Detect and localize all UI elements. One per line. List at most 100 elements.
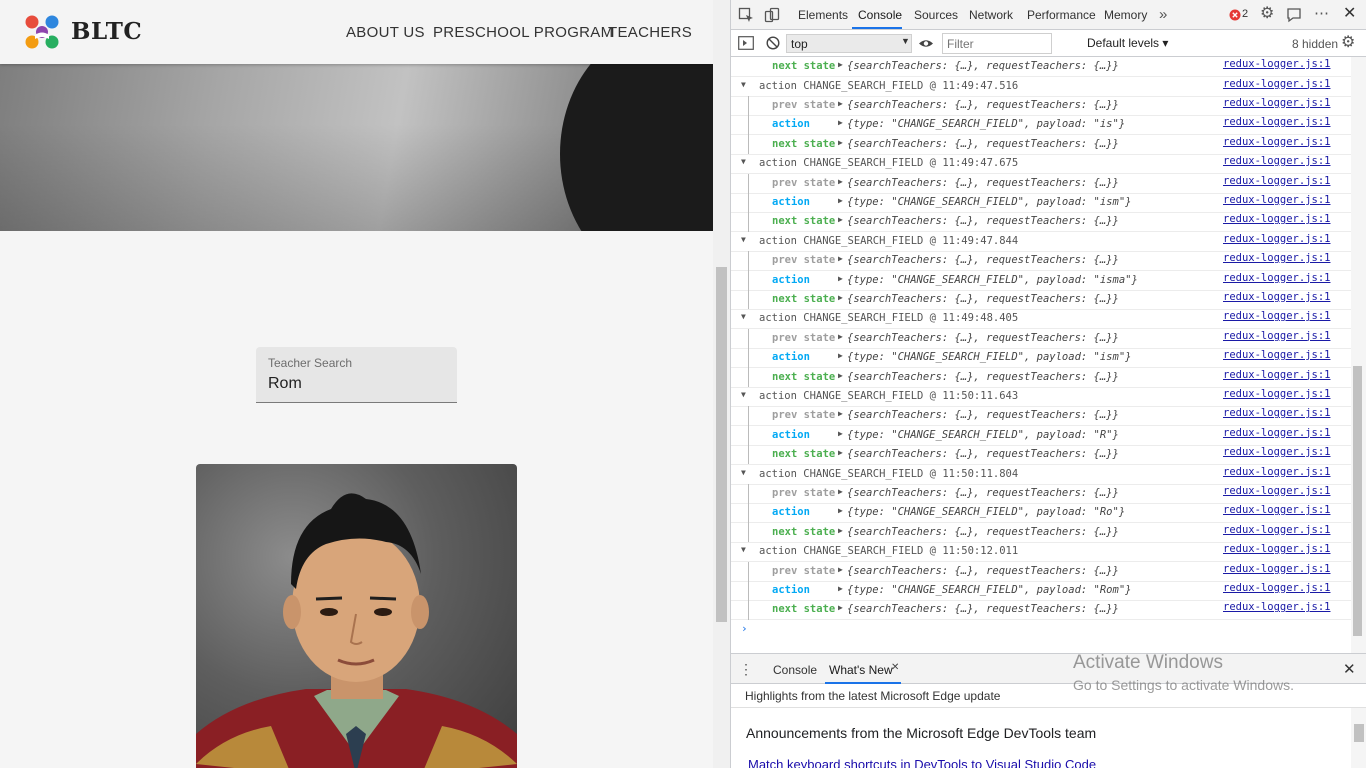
expand-triangle-icon[interactable]: ▶ <box>838 177 843 186</box>
action-object[interactable]: {type: "CHANGE_SEARCH_FIELD", payload: "… <box>847 351 1131 363</box>
logo-icon[interactable] <box>24 14 60 50</box>
collapse-triangle-icon[interactable]: ▼ <box>741 157 746 166</box>
expand-triangle-icon[interactable]: ▶ <box>838 565 843 574</box>
kebab-menu-icon[interactable]: ⋯ <box>1314 6 1329 21</box>
source-link[interactable]: redux-logger.js:1 <box>1223 78 1330 90</box>
source-link[interactable]: redux-logger.js:1 <box>1223 504 1330 516</box>
eye-icon[interactable] <box>918 38 934 49</box>
nav-preschool-program[interactable]: PRESCHOOL PROGRAM <box>433 24 613 41</box>
collapse-triangle-icon[interactable]: ▼ <box>741 390 746 399</box>
expand-triangle-icon[interactable]: ▶ <box>838 409 843 418</box>
drawer-close-icon[interactable]: ✕ <box>1343 662 1356 677</box>
teacher-search-field[interactable]: Teacher Search Rom <box>256 347 457 403</box>
state-object[interactable]: {searchTeachers: {…}, requestTeachers: {… <box>847 526 1119 538</box>
collapse-triangle-icon[interactable]: ▼ <box>741 312 746 321</box>
console-scrollbar-thumb[interactable] <box>1353 366 1362 636</box>
expand-triangle-icon[interactable]: ▶ <box>838 429 843 438</box>
tab-memory[interactable]: Memory <box>1104 8 1147 22</box>
device-toggle-icon[interactable] <box>764 7 780 23</box>
console-prompt[interactable]: › <box>741 622 748 635</box>
sidebar-toggle-icon[interactable] <box>738 36 754 50</box>
group-title[interactable]: action CHANGE_SEARCH_FIELD @ 11:50:11.80… <box>759 468 1018 480</box>
source-link[interactable]: redux-logger.js:1 <box>1223 233 1330 245</box>
source-link[interactable]: redux-logger.js:1 <box>1223 582 1330 594</box>
source-link[interactable]: redux-logger.js:1 <box>1223 369 1330 381</box>
error-count[interactable]: 2 <box>1242 9 1248 20</box>
state-object[interactable]: {searchTeachers: {…}, requestTeachers: {… <box>847 565 1119 577</box>
expand-triangle-icon[interactable]: ▶ <box>838 351 843 360</box>
teacher-photo-card[interactable] <box>196 464 517 768</box>
group-title[interactable]: action CHANGE_SEARCH_FIELD @ 11:49:48.40… <box>759 312 1018 324</box>
tab-console[interactable]: Console <box>858 8 902 22</box>
collapse-triangle-icon[interactable]: ▼ <box>741 80 746 89</box>
tab-performance[interactable]: Performance <box>1027 8 1096 22</box>
chevron-down-icon[interactable]: ▼ <box>901 37 910 46</box>
source-link[interactable]: redux-logger.js:1 <box>1223 213 1330 225</box>
expand-triangle-icon[interactable]: ▶ <box>838 274 843 283</box>
search-input[interactable]: Rom <box>268 375 302 393</box>
source-link[interactable]: redux-logger.js:1 <box>1223 330 1330 342</box>
state-object[interactable]: {searchTeachers: {…}, requestTeachers: {… <box>847 332 1119 344</box>
expand-triangle-icon[interactable]: ▶ <box>838 215 843 224</box>
group-title[interactable]: action CHANGE_SEARCH_FIELD @ 11:49:47.67… <box>759 157 1018 169</box>
source-link[interactable]: redux-logger.js:1 <box>1223 563 1330 575</box>
state-object[interactable]: {searchTeachers: {…}, requestTeachers: {… <box>847 60 1119 72</box>
inspect-icon[interactable] <box>738 7 754 23</box>
state-object[interactable]: {searchTeachers: {…}, requestTeachers: {… <box>847 409 1119 421</box>
error-icon[interactable] <box>1229 9 1241 21</box>
source-link[interactable]: redux-logger.js:1 <box>1223 543 1330 555</box>
source-link[interactable]: redux-logger.js:1 <box>1223 349 1330 361</box>
collapse-triangle-icon[interactable]: ▼ <box>741 468 746 477</box>
expand-triangle-icon[interactable]: ▶ <box>838 138 843 147</box>
drawer-menu-icon[interactable]: ⋮ <box>739 662 753 676</box>
clear-console-icon[interactable] <box>766 36 780 50</box>
state-object[interactable]: {searchTeachers: {…}, requestTeachers: {… <box>847 487 1119 499</box>
group-title[interactable]: action CHANGE_SEARCH_FIELD @ 11:50:11.64… <box>759 390 1018 402</box>
group-title[interactable]: action CHANGE_SEARCH_FIELD @ 11:49:47.84… <box>759 235 1018 247</box>
collapse-triangle-icon[interactable]: ▼ <box>741 545 746 554</box>
group-title[interactable]: action CHANGE_SEARCH_FIELD @ 11:49:47.51… <box>759 80 1018 92</box>
source-link[interactable]: redux-logger.js:1 <box>1223 252 1330 264</box>
more-tabs-icon[interactable]: » <box>1159 7 1167 22</box>
source-link[interactable]: redux-logger.js:1 <box>1223 310 1330 322</box>
state-object[interactable]: {searchTeachers: {…}, requestTeachers: {… <box>847 293 1119 305</box>
source-link[interactable]: redux-logger.js:1 <box>1223 291 1330 303</box>
expand-triangle-icon[interactable]: ▶ <box>838 487 843 496</box>
drawer-tab-whats-new[interactable]: What's New <box>829 663 893 677</box>
source-link[interactable]: redux-logger.js:1 <box>1223 175 1330 187</box>
action-object[interactable]: {type: "CHANGE_SEARCH_FIELD", payload: "… <box>847 118 1125 130</box>
action-object[interactable]: {type: "CHANGE_SEARCH_FIELD", payload: "… <box>847 429 1119 441</box>
tab-network[interactable]: Network <box>969 8 1013 22</box>
expand-triangle-icon[interactable]: ▶ <box>838 196 843 205</box>
state-object[interactable]: {searchTeachers: {…}, requestTeachers: {… <box>847 603 1119 615</box>
source-link[interactable]: redux-logger.js:1 <box>1223 272 1330 284</box>
drawer-scrollbar-thumb[interactable] <box>1354 724 1364 742</box>
log-levels-dropdown[interactable]: Default levels ▾ <box>1087 36 1168 50</box>
expand-triangle-icon[interactable]: ▶ <box>838 60 843 69</box>
state-object[interactable]: {searchTeachers: {…}, requestTeachers: {… <box>847 138 1119 150</box>
source-link[interactable]: redux-logger.js:1 <box>1223 601 1330 613</box>
source-link[interactable]: redux-logger.js:1 <box>1223 136 1330 148</box>
source-link[interactable]: redux-logger.js:1 <box>1223 388 1330 400</box>
source-link[interactable]: redux-logger.js:1 <box>1223 58 1330 70</box>
source-link[interactable]: redux-logger.js:1 <box>1223 427 1330 439</box>
nav-about-us[interactable]: ABOUT US <box>346 24 425 41</box>
expand-triangle-icon[interactable]: ▶ <box>838 526 843 535</box>
action-object[interactable]: {type: "CHANGE_SEARCH_FIELD", payload: "… <box>847 196 1131 208</box>
whats-new-link[interactable]: Match keyboard shortcuts in DevTools to … <box>748 757 1096 768</box>
source-link[interactable]: redux-logger.js:1 <box>1223 194 1330 206</box>
state-object[interactable]: {searchTeachers: {…}, requestTeachers: {… <box>847 99 1119 111</box>
action-object[interactable]: {type: "CHANGE_SEARCH_FIELD", payload: "… <box>847 506 1125 518</box>
group-title[interactable]: action CHANGE_SEARCH_FIELD @ 11:50:12.01… <box>759 545 1018 557</box>
filter-input[interactable] <box>942 33 1052 54</box>
feedback-icon[interactable] <box>1286 7 1302 23</box>
expand-triangle-icon[interactable]: ▶ <box>838 603 843 612</box>
tab-elements[interactable]: Elements <box>798 8 848 22</box>
source-link[interactable]: redux-logger.js:1 <box>1223 524 1330 536</box>
state-object[interactable]: {searchTeachers: {…}, requestTeachers: {… <box>847 254 1119 266</box>
source-link[interactable]: redux-logger.js:1 <box>1223 485 1330 497</box>
state-object[interactable]: {searchTeachers: {…}, requestTeachers: {… <box>847 448 1119 460</box>
tab-sources[interactable]: Sources <box>914 8 958 22</box>
expand-triangle-icon[interactable]: ▶ <box>838 118 843 127</box>
expand-triangle-icon[interactable]: ▶ <box>838 293 843 302</box>
